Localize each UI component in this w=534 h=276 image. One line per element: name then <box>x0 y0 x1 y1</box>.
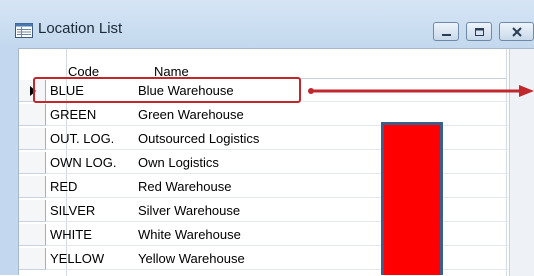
cell-code[interactable]: GREEN <box>50 107 96 122</box>
cell-code[interactable]: RED <box>50 179 77 194</box>
row-selector[interactable] <box>19 200 46 222</box>
cell-name[interactable]: Yellow Warehouse <box>138 251 245 266</box>
cell-name[interactable]: Silver Warehouse <box>138 203 240 218</box>
red-block <box>381 122 443 275</box>
right-arrow-icon <box>308 85 534 97</box>
window-title: Location List <box>38 20 123 37</box>
row-selector[interactable] <box>19 248 46 270</box>
cell-name[interactable]: Own Logistics <box>138 155 219 170</box>
row-selector[interactable] <box>19 128 46 150</box>
row-selector[interactable] <box>19 104 46 126</box>
cell-code[interactable]: WHITE <box>50 227 92 242</box>
maximize-button[interactable] <box>466 22 492 41</box>
cell-name[interactable]: Green Warehouse <box>138 107 244 122</box>
cell-code[interactable]: OUT. LOG. <box>50 131 114 146</box>
minimize-button[interactable] <box>433 22 459 41</box>
location-list-window: Location List Code Name BLUE Blue Wareho… <box>0 0 534 276</box>
cell-name[interactable]: Outsourced Logistics <box>138 131 259 146</box>
list-form-icon <box>15 23 33 38</box>
maximize-icon <box>475 28 484 36</box>
row-selector[interactable] <box>19 152 46 174</box>
row-selector[interactable] <box>19 176 46 198</box>
minimize-icon <box>442 34 451 36</box>
close-button[interactable] <box>499 22 534 41</box>
cell-name[interactable]: Red Warehouse <box>138 179 231 194</box>
selected-row-highlight <box>33 77 301 103</box>
cell-code[interactable]: YELLOW <box>50 251 104 266</box>
cell-code[interactable]: SILVER <box>50 203 95 218</box>
title-bar[interactable]: Location List <box>0 0 534 46</box>
close-icon <box>512 27 522 37</box>
row-selector[interactable] <box>19 224 46 246</box>
table-header: Code Name <box>19 49 534 79</box>
cell-name[interactable]: White Warehouse <box>138 227 241 242</box>
cell-code[interactable]: OWN LOG. <box>50 155 116 170</box>
